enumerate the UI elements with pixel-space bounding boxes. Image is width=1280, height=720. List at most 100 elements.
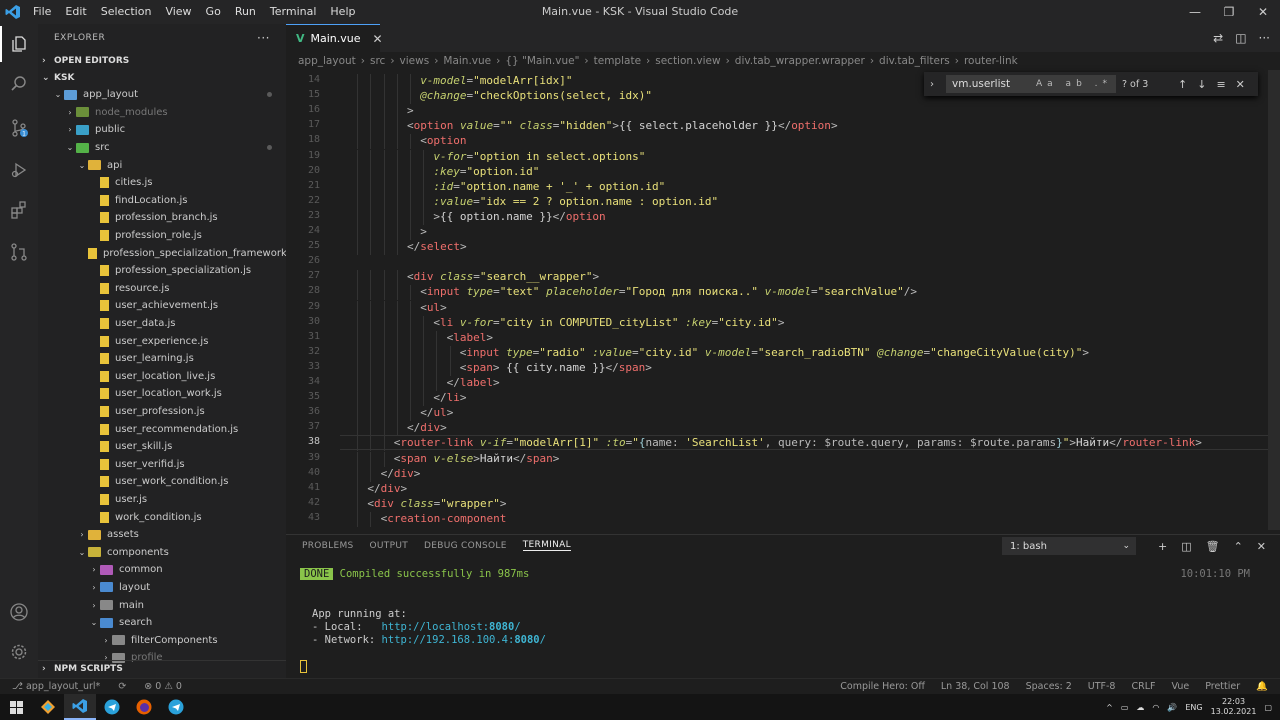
cursor-position[interactable]: Ln 38, Col 108 xyxy=(941,681,1010,692)
file-item[interactable]: user_data.js xyxy=(38,315,286,333)
tab-terminal[interactable]: TERMINAL xyxy=(522,540,571,551)
file-item[interactable]: user_work_condition.js xyxy=(38,473,286,491)
notifications-icon[interactable]: 🔔 xyxy=(1256,681,1268,692)
editor-scrollbar[interactable] xyxy=(1268,70,1280,530)
file-item[interactable]: user.js xyxy=(38,491,286,509)
find-in-selection-icon[interactable]: ≡ xyxy=(1216,78,1225,91)
more-actions-icon[interactable]: ··· xyxy=(257,31,270,45)
new-terminal-icon[interactable]: + xyxy=(1158,540,1167,553)
menu-item-go[interactable]: Go xyxy=(199,0,228,24)
encoding-status[interactable]: UTF-8 xyxy=(1088,681,1116,692)
tab-problems[interactable]: PROBLEMS xyxy=(302,541,354,551)
open-editors-section[interactable]: › OPEN EDITORS xyxy=(38,52,286,69)
local-port[interactable]: 8080 xyxy=(489,621,514,633)
clock[interactable]: 22:03 13.02.2021 xyxy=(1211,697,1257,717)
problems-status[interactable]: ⊗ 0 ⚠ 0 xyxy=(144,681,182,692)
folder-item[interactable]: › public xyxy=(38,121,286,139)
menu-item-terminal[interactable]: Terminal xyxy=(263,0,324,24)
volume-icon[interactable]: 🔊 xyxy=(1167,703,1177,712)
eol-status[interactable]: CRLF xyxy=(1131,681,1155,692)
maximize-panel-icon[interactable]: ⌃ xyxy=(1234,540,1243,553)
folder-item[interactable]: › filterComponents xyxy=(38,631,286,649)
file-item[interactable]: user_learning.js xyxy=(38,350,286,368)
vscode-taskbar-icon[interactable] xyxy=(64,694,96,720)
menu-item-file[interactable]: File xyxy=(26,0,58,24)
source-control-icon[interactable]: 1 xyxy=(0,110,38,146)
code-editor[interactable]: 14 v-model="modelArr[idx]" 15 @change="chec… xyxy=(286,70,1280,530)
breadcrumb-item[interactable]: div.tab_filters xyxy=(879,55,950,67)
terminal-shell-select[interactable]: 1: bash ⌄ xyxy=(1002,537,1136,555)
telegram-icon-2[interactable] xyxy=(160,694,192,720)
branch-status[interactable]: ⎇ app_layout_url* xyxy=(12,681,100,692)
breadcrumb-item[interactable]: app_layout xyxy=(298,55,356,67)
prettier-status[interactable]: Prettier xyxy=(1205,681,1240,692)
file-item[interactable]: cities.js xyxy=(38,174,286,192)
file-item[interactable]: user_verifid.js xyxy=(38,455,286,473)
pull-requests-icon[interactable] xyxy=(0,234,38,270)
close-icon[interactable]: ✕ xyxy=(1246,0,1280,24)
file-item[interactable]: profession_specialization_framework.js xyxy=(38,244,286,262)
toggle-replace-icon[interactable]: › xyxy=(930,79,934,90)
telegram-icon[interactable] xyxy=(96,694,128,720)
file-item[interactable]: user_skill.js xyxy=(38,438,286,456)
file-item[interactable]: profession_role.js xyxy=(38,227,286,245)
menu-item-selection[interactable]: Selection xyxy=(94,0,159,24)
firefox-icon[interactable] xyxy=(128,694,160,720)
network-url[interactable]: http://192.168.100.4: xyxy=(382,634,515,646)
file-item[interactable]: profession_branch.js xyxy=(38,209,286,227)
close-panel-icon[interactable]: ✕ xyxy=(1257,540,1266,553)
breadcrumb-item[interactable]: src xyxy=(370,55,385,67)
breadcrumb-item[interactable]: div.tab_wrapper.wrapper xyxy=(735,55,865,67)
menu-item-help[interactable]: Help xyxy=(323,0,362,24)
menu-item-run[interactable]: Run xyxy=(228,0,263,24)
minimize-icon[interactable]: — xyxy=(1178,0,1212,24)
tab-debug-console[interactable]: DEBUG CONSOLE xyxy=(424,541,507,551)
terminal[interactable]: DONE Compiled successfully in 987ms 10:0… xyxy=(286,556,1280,678)
explorer-icon[interactable] xyxy=(0,26,38,62)
tab-output[interactable]: OUTPUT xyxy=(370,541,408,551)
file-item[interactable]: user_location_live.js xyxy=(38,368,286,386)
wifi-icon[interactable]: ◠ xyxy=(1152,703,1159,712)
breadcrumb-item[interactable]: router-link xyxy=(964,55,1018,67)
local-url[interactable]: http://localhost: xyxy=(382,621,489,633)
folder-item[interactable]: ⌄ src xyxy=(38,139,286,157)
app-icon-colorful[interactable] xyxy=(32,694,64,720)
folder-item[interactable]: › main xyxy=(38,596,286,614)
folder-item[interactable]: ⌄ components xyxy=(38,543,286,561)
npm-scripts-section[interactable]: › NPM SCRIPTS xyxy=(38,660,286,677)
file-item[interactable]: work_condition.js xyxy=(38,508,286,526)
breadcrumb-item[interactable]: Main.vue xyxy=(443,55,491,67)
extensions-icon[interactable] xyxy=(0,192,38,228)
file-item[interactable]: user_experience.js xyxy=(38,332,286,350)
menu-item-edit[interactable]: Edit xyxy=(58,0,93,24)
sync-icon[interactable]: ⟳ xyxy=(118,681,126,692)
network-port[interactable]: 8080 xyxy=(514,634,539,646)
open-changes-icon[interactable]: ⇄ xyxy=(1213,31,1223,45)
indentation-status[interactable]: Spaces: 2 xyxy=(1026,681,1072,692)
search-icon[interactable] xyxy=(0,66,38,102)
file-item[interactable]: findLocation.js xyxy=(38,192,286,210)
network-icon[interactable]: ▭ xyxy=(1121,703,1129,712)
settings-gear-icon[interactable] xyxy=(0,634,38,670)
next-match-icon[interactable]: ↓ xyxy=(1197,78,1206,91)
restore-icon[interactable]: ❐ xyxy=(1212,0,1246,24)
compile-hero-status[interactable]: Compile Hero: Off xyxy=(840,681,925,692)
notification-center-icon[interactable]: ▢ xyxy=(1264,703,1272,712)
menu-item-view[interactable]: View xyxy=(158,0,198,24)
close-find-icon[interactable]: ✕ xyxy=(1236,78,1245,91)
folder-item[interactable]: › assets xyxy=(38,526,286,544)
cloud-icon[interactable]: ☁ xyxy=(1136,703,1144,712)
project-section[interactable]: ⌄ KSK xyxy=(38,69,286,86)
breadcrumb-item[interactable]: views xyxy=(400,55,430,67)
breadcrumb-item[interactable]: section.view xyxy=(655,55,720,67)
folder-item[interactable]: › common xyxy=(38,561,286,579)
windows-start-icon[interactable] xyxy=(0,694,32,720)
tab-main-vue[interactable]: V Main.vue ✕ xyxy=(286,24,383,52)
file-item[interactable]: user_location_work.js xyxy=(38,385,286,403)
more-actions-icon[interactable]: ··· xyxy=(1259,31,1270,45)
run-debug-icon[interactable] xyxy=(0,152,38,188)
folder-item[interactable]: › node_modules xyxy=(38,104,286,122)
split-terminal-icon[interactable]: ◫ xyxy=(1181,540,1191,553)
folder-item[interactable]: › layout xyxy=(38,579,286,597)
account-icon[interactable] xyxy=(0,594,38,630)
